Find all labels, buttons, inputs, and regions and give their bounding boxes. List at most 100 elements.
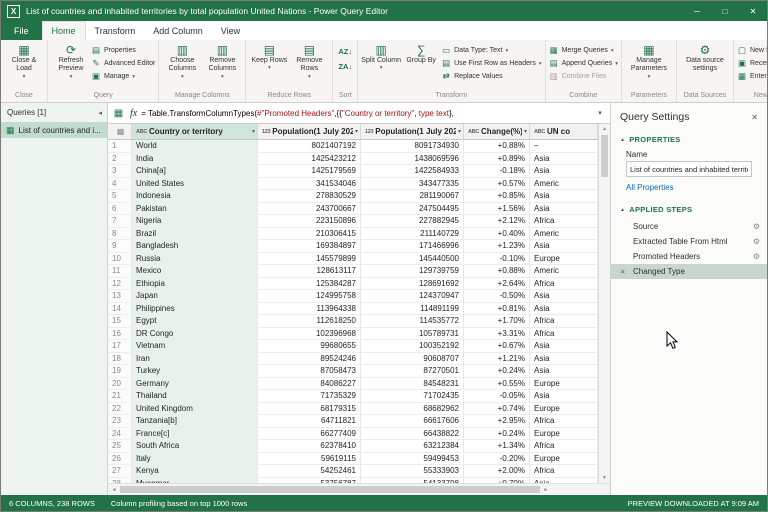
horizontal-scrollbar[interactable]: ◄ ► [108,483,610,495]
cell-population-2022[interactable]: 102396968 [258,328,361,340]
cell-country[interactable]: Germany [132,378,258,390]
filter-dropdown-icon[interactable]: ▾ [355,128,358,135]
cell-country[interactable]: DR Congo [132,328,258,340]
horizontal-scroll-thumb[interactable] [120,486,540,493]
table-row[interactable]: 4United States341534046343477335+0.57%Am… [108,178,598,191]
cell-population-2023[interactable]: 343477335 [361,178,464,190]
row-number[interactable]: 3 [108,165,132,177]
applied-step-extracted-table-from-html[interactable]: Extracted Table From Html ⚙ [611,234,767,249]
cell-un-continent[interactable]: Asia [530,203,598,215]
scroll-left-icon[interactable]: ◄ [110,487,118,493]
cell-un-continent[interactable]: – [530,140,598,152]
table-row[interactable]: 5Indonesia278830529281190067+0.85%Asia [108,190,598,203]
cell-population-2022[interactable]: 59619115 [258,453,361,465]
cell-change[interactable]: +0.85% [464,190,530,202]
cell-change[interactable]: +2.64% [464,278,530,290]
cell-population-2022[interactable]: 8021407192 [258,140,361,152]
combine-files-button[interactable]: ▥ Combine Files [549,71,618,82]
row-number[interactable]: 19 [108,365,132,377]
cell-country[interactable]: Italy [132,453,258,465]
row-number[interactable]: 5 [108,190,132,202]
step-settings-gear-icon[interactable]: ⚙ [753,222,760,231]
split-column-button[interactable]: ▥ Split Column ▾ [361,41,401,90]
tab-add-column[interactable]: Add Column [144,21,212,40]
cell-population-2023[interactable]: 211140729 [361,228,464,240]
delete-step-icon[interactable]: ✕ [620,268,625,276]
cell-un-continent[interactable]: Africa [530,315,598,327]
remove-rows-button[interactable]: ▤ Remove Rows ▾ [289,41,329,90]
properties-button[interactable]: ▤ Properties [91,45,155,56]
cell-population-2022[interactable]: 54252461 [258,465,361,477]
cell-change[interactable]: +0.40% [464,228,530,240]
cell-un-continent[interactable]: Africa [530,278,598,290]
text-type-icon[interactable]: ABC [468,129,479,135]
table-row[interactable]: 10Russia145579899145440500-0.10%Europe [108,253,598,266]
data-type-button[interactable]: ▭ Data Type: Text ▾ [441,45,541,56]
cell-population-2022[interactable]: 68179315 [258,403,361,415]
cell-change[interactable]: +2.95% [464,415,530,427]
cell-change[interactable]: +0.74% [464,403,530,415]
row-number[interactable]: 24 [108,428,132,440]
cell-population-2022[interactable]: 1425423212 [258,153,361,165]
cell-population-2023[interactable]: 124370947 [361,290,464,302]
cell-population-2023[interactable]: 1422584933 [361,165,464,177]
cell-change[interactable]: +2.00% [464,465,530,477]
table-row[interactable]: 8Brazil210306415211140729+0.40%Americ [108,228,598,241]
cell-population-2023[interactable]: 66617606 [361,415,464,427]
row-number[interactable]: 9 [108,240,132,252]
cell-population-2023[interactable]: 71702435 [361,390,464,402]
cell-un-continent[interactable]: Asia [530,353,598,365]
cell-country[interactable]: United States [132,178,258,190]
table-row[interactable]: 7Nigeria223150896227882945+2.12%Africa [108,215,598,228]
cell-population-2023[interactable]: 145440500 [361,253,464,265]
cell-un-continent[interactable]: Asia [530,240,598,252]
cell-population-2022[interactable]: 210306415 [258,228,361,240]
cell-population-2022[interactable]: 243700667 [258,203,361,215]
filter-dropdown-icon[interactable]: ▾ [524,128,527,135]
row-number[interactable]: 12 [108,278,132,290]
cell-change[interactable]: +0.24% [464,428,530,440]
expand-formula-bar-icon[interactable]: ▾ [593,109,607,117]
cell-population-2023[interactable]: 8091734930 [361,140,464,152]
cell-population-2022[interactable]: 62378410 [258,440,361,452]
cell-un-continent[interactable]: Africa [530,215,598,227]
cell-change[interactable]: +0.24% [464,365,530,377]
cell-population-2022[interactable]: 84086227 [258,378,361,390]
cell-change[interactable]: +1.34% [464,440,530,452]
cell-un-continent[interactable]: Africa [530,465,598,477]
cell-change[interactable]: +0.81% [464,303,530,315]
cell-un-continent[interactable]: Asia [530,340,598,352]
column-header-population-2023[interactable]: 123 Population(1 July 2023) ▾ [361,124,464,139]
row-number[interactable]: 21 [108,390,132,402]
cell-population-2023[interactable]: 84548231 [361,378,464,390]
all-properties-link[interactable]: All Properties [626,183,752,192]
query-name-input[interactable] [626,161,752,177]
cell-population-2023[interactable]: 247504495 [361,203,464,215]
row-number[interactable]: 4 [108,178,132,190]
cell-un-continent[interactable]: Asia [530,290,598,302]
cell-population-2023[interactable]: 227882945 [361,215,464,227]
cell-population-2022[interactable]: 112618250 [258,315,361,327]
cell-change[interactable]: +1.56% [464,203,530,215]
table-row[interactable]: 20Germany8408622784548231+0.55%Europe [108,378,598,391]
row-number[interactable]: 7 [108,215,132,227]
table-menu-icon[interactable]: ▦ [111,108,126,119]
table-row[interactable]: 2India14254232121438069596+0.89%Asia [108,153,598,166]
row-number[interactable]: 1 [108,140,132,152]
cell-country[interactable]: Kenya [132,465,258,477]
cell-change[interactable]: -0.18% [464,165,530,177]
cell-population-2023[interactable]: 68682962 [361,403,464,415]
applied-step-source[interactable]: Source ⚙ [611,219,767,234]
enter-data-button[interactable]: ▦ Enter Data [737,71,767,82]
step-settings-gear-icon[interactable]: ⚙ [753,252,760,261]
cell-change[interactable]: -0.10% [464,253,530,265]
cell-population-2022[interactable]: 341534046 [258,178,361,190]
tab-transform[interactable]: Transform [86,21,145,40]
cell-country[interactable]: France[c] [132,428,258,440]
cell-change[interactable]: +0.89% [464,153,530,165]
cell-population-2022[interactable]: 113964338 [258,303,361,315]
cell-un-continent[interactable]: Americ [530,228,598,240]
cell-country[interactable]: South Africa [132,440,258,452]
cell-country[interactable]: Brazil [132,228,258,240]
cell-country[interactable]: United Kingdom [132,403,258,415]
